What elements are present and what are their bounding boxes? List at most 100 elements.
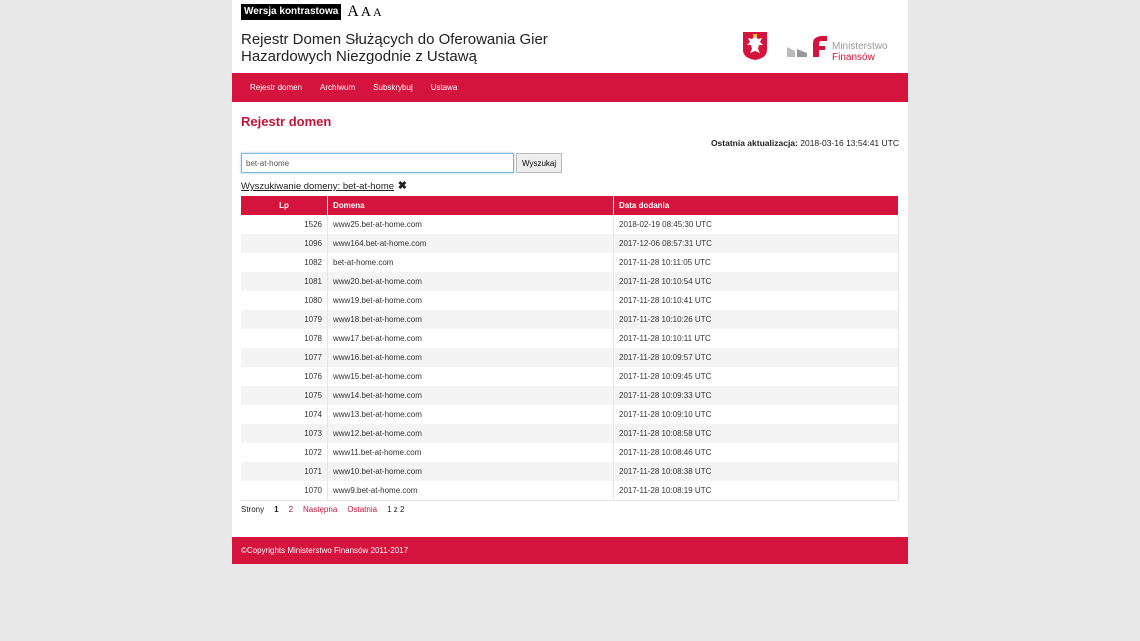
main-nav: Rejestr domen Archiwum Subskrybuj Ustawa: [232, 73, 908, 102]
cell-data-dodania: 2017-11-28 10:09:57 UTC: [613, 348, 899, 367]
cell-lp: 1096: [241, 234, 328, 253]
pagination: Strony 1 2 Następna Ostatnia 1 z 2: [241, 505, 414, 514]
cell-data-dodania: 2017-11-28 10:09:10 UTC: [613, 405, 899, 424]
cell-domena: www17.bet-at-home.com: [327, 329, 614, 348]
search-form: Wyszukaj: [241, 153, 563, 173]
contrast-version-button[interactable]: Wersja kontrastowa: [241, 4, 342, 20]
cell-domena: www25.bet-at-home.com: [327, 215, 614, 234]
cell-lp: 1070: [241, 481, 328, 501]
pagination-page-2-link[interactable]: 2: [289, 505, 293, 514]
nav-item-rejestr-domen[interactable]: Rejestr domen: [250, 83, 302, 92]
cell-domena: www9.bet-at-home.com: [327, 481, 614, 501]
pagination-label: Strony: [241, 505, 265, 514]
cell-lp: 1080: [241, 291, 328, 310]
cell-data-dodania: 2017-11-28 10:08:19 UTC: [613, 481, 899, 501]
domains-table: Lp Domena Data dodania 1526 www25.bet-at-…: [241, 196, 899, 501]
table-row: 1096 www164.bet-at-home.com 2017-12-06 08:…: [241, 234, 899, 253]
page-container: Wersja kontrastowa A A A Rejestr Domen S…: [232, 0, 908, 564]
table-row: 1071 www10.bet-at-home.com 2017-11-28 10:0…: [241, 462, 899, 481]
cell-lp: 1072: [241, 443, 328, 462]
cell-data-dodania: 2017-11-28 10:10:11 UTC: [613, 329, 899, 348]
clear-search-icon[interactable]: ✖: [398, 180, 407, 192]
cell-lp: 1081: [241, 272, 328, 291]
pagination-summary: 1 z 2: [387, 505, 405, 514]
polish-eagle-emblem-icon: [743, 32, 767, 60]
cell-domena: www14.bet-at-home.com: [327, 386, 614, 405]
table-row: 1526 www25.bet-at-home.com 2018-02-19 08:4…: [241, 215, 899, 234]
ministry-name-line2: Finansów: [832, 52, 875, 63]
table-header-row: Lp Domena Data dodania: [241, 196, 899, 215]
cell-domena: www18.bet-at-home.com: [327, 310, 614, 329]
active-query-text: Wyszukiwanie domeny: bet-at-home: [241, 181, 395, 192]
table-row: 1072 www11.bet-at-home.com 2017-11-28 10:0…: [241, 443, 899, 462]
last-update: Ostatnia aktualizacja: 2018-03-16 13:54:…: [711, 138, 899, 148]
accessibility-bar: Wersja kontrastowa A A A: [241, 3, 382, 21]
cell-domena: www19.bet-at-home.com: [327, 291, 614, 310]
cell-data-dodania: 2017-11-28 10:09:45 UTC: [613, 367, 899, 386]
pagination-next-link[interactable]: Następna: [303, 505, 337, 514]
cell-data-dodania: 2017-12-06 08:57:31 UTC: [613, 234, 899, 253]
font-size-controls: A A A: [347, 3, 381, 21]
column-header-data-dodania[interactable]: Data dodania: [613, 196, 899, 215]
cell-data-dodania: 2017-11-28 10:08:38 UTC: [613, 462, 899, 481]
column-header-domena[interactable]: Domena: [327, 196, 614, 215]
cell-domena: www15.bet-at-home.com: [327, 367, 614, 386]
cell-lp: 1526: [241, 215, 328, 234]
cell-lp: 1074: [241, 405, 328, 424]
last-update-label: Ostatnia aktualizacja:: [710, 138, 798, 148]
cell-domena: www13.bet-at-home.com: [327, 405, 614, 424]
site-footer: ©Copyrights Ministerstwo Finansów 2011-2…: [232, 537, 908, 564]
table-row: 1077 www16.bet-at-home.com 2017-11-28 10:0…: [241, 348, 899, 367]
table-row: 1081 www20.bet-at-home.com 2017-11-28 10:1…: [241, 272, 899, 291]
nav-item-archiwum[interactable]: Archiwum: [320, 83, 355, 92]
site-title: Rejestr Domen Służących do Oferowania Gi…: [241, 31, 548, 65]
cell-data-dodania: 2017-11-28 10:10:54 UTC: [613, 272, 899, 291]
cell-data-dodania: 2018-02-19 08:45:30 UTC: [613, 215, 899, 234]
table-row: 1074 www13.bet-at-home.com 2017-11-28 10:0…: [241, 405, 899, 424]
footer-copyright: ©Copyrights Ministerstwo Finansów 2011-2…: [241, 546, 409, 555]
cell-data-dodania: 2017-11-28 10:09:33 UTC: [613, 386, 899, 405]
cell-data-dodania: 2017-11-28 10:10:41 UTC: [613, 291, 899, 310]
table-row: 1079 www18.bet-at-home.com 2017-11-28 10:1…: [241, 310, 899, 329]
last-update-value: 2018-03-16 13:54:41 UTC: [800, 138, 899, 148]
cell-domena: www16.bet-at-home.com: [327, 348, 614, 367]
cell-data-dodania: 2017-11-28 10:11:05 UTC: [613, 253, 899, 272]
cell-domena: www11.bet-at-home.com: [327, 443, 614, 462]
search-button[interactable]: Wyszukaj: [516, 153, 563, 173]
cell-lp: 1077: [241, 348, 328, 367]
cell-domena: www164.bet-at-home.com: [327, 234, 614, 253]
cell-data-dodania: 2017-11-28 10:10:26 UTC: [613, 310, 899, 329]
nav-item-subskrybuj[interactable]: Subskrybuj: [373, 83, 413, 92]
table-row: 1078 www17.bet-at-home.com 2017-11-28 10:1…: [241, 329, 899, 348]
cell-data-dodania: 2017-11-28 10:08:46 UTC: [613, 443, 899, 462]
page-title: Rejestr domen: [241, 114, 332, 129]
font-size-medium-button[interactable]: A: [361, 5, 371, 21]
cell-domena: www10.bet-at-home.com: [327, 462, 614, 481]
pagination-current-page: 1: [274, 505, 279, 514]
search-input[interactable]: [241, 153, 514, 173]
cell-lp: 1079: [241, 310, 328, 329]
font-size-large-button[interactable]: A: [347, 3, 359, 21]
cell-lp: 1073: [241, 424, 328, 443]
cell-data-dodania: 2017-11-28 10:08:58 UTC: [613, 424, 899, 443]
cell-lp: 1075: [241, 386, 328, 405]
active-query: Wyszukiwanie domeny: bet-at-home ✖: [241, 179, 407, 192]
cell-lp: 1082: [241, 253, 328, 272]
cell-lp: 1078: [241, 329, 328, 348]
cell-domena: www12.bet-at-home.com: [327, 424, 614, 443]
font-size-small-button[interactable]: A: [373, 5, 382, 20]
cell-domena: bet-at-home.com: [327, 253, 614, 272]
table-row: 1076 www15.bet-at-home.com 2017-11-28 10:0…: [241, 367, 899, 386]
cell-domena: www20.bet-at-home.com: [327, 272, 614, 291]
ministry-name: Ministerstwo Finansów: [832, 41, 888, 63]
table-row: 1075 www14.bet-at-home.com 2017-11-28 10:0…: [241, 386, 899, 405]
column-header-lp[interactable]: Lp: [241, 196, 328, 215]
pagination-last-link[interactable]: Ostatnia: [347, 505, 377, 514]
table-row: 1082 bet-at-home.com 2017-11-28 10:11:05 U…: [241, 253, 899, 272]
ministry-name-line1: Ministerstwo: [832, 41, 888, 52]
nav-item-ustawa[interactable]: Ustawa: [431, 83, 458, 92]
table-row: 1080 www19.bet-at-home.com 2017-11-28 10:1…: [241, 291, 899, 310]
site-header: Rejestr Domen Służących do Oferowania Gi…: [232, 22, 908, 73]
table-row: 1073 www12.bet-at-home.com 2017-11-28 10:0…: [241, 424, 899, 443]
cell-lp: 1071: [241, 462, 328, 481]
